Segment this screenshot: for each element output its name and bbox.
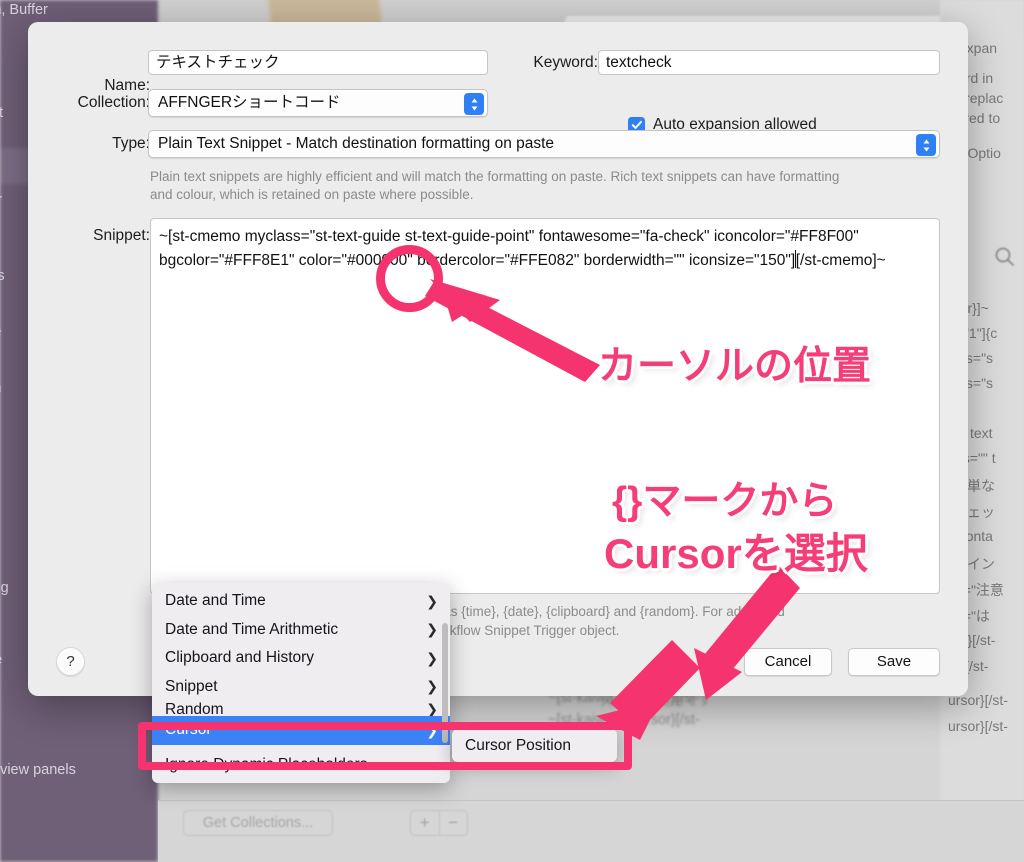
chevron-updown-icon [464,93,484,115]
menu-item-date-and-time-arithmetic[interactable]: Date and Time Arithmetic ❯ [152,616,450,645]
menu-item-label: Date and Time Arithmetic [165,620,339,638]
type-help-text: Plain text snippets are highly efficient… [150,169,840,202]
snippet-help-line-2: workflow Snippet Trigger object. [428,623,620,638]
menu-scrollbar[interactable] [442,623,448,743]
chevron-updown-icon [916,134,936,156]
menu-item-date-and-time[interactable]: Date and Time ❯ [152,587,450,616]
divider [158,800,1024,801]
menu-item-snippet[interactable]: Snippet ❯ [152,673,450,702]
menu-item-label: Ignore Dynamic Placeholders [165,755,368,773]
menu-item-ignore-dynamic-placeholders[interactable]: Ignore Dynamic Placeholders [152,751,450,780]
chevron-right-icon: ❯ [426,721,438,738]
collection-label: Collection: [77,94,150,111]
type-label: Type: [112,135,150,152]
remove-button[interactable]: − [440,811,468,835]
sidebar-item-label: Inte [0,652,2,668]
menu-item-random[interactable]: Random ❯ [152,701,450,716]
type-popup-button[interactable]: Plain Text Snippet - Match destination f… [148,130,940,158]
collection-popup-value: AFFNGERショートコード [158,94,341,111]
name-label: Name: [104,77,150,94]
sidebar-item-label: eview panels [0,762,76,778]
menu-item-label: Random [165,701,224,716]
sidebar-item-label: Hist [0,105,3,121]
get-collections-button[interactable]: Get Collections... [183,810,333,836]
cancel-button[interactable]: Cancel [744,648,832,676]
keyword-field[interactable]: textcheck [598,50,940,75]
screenshot-root: tion, Buffer n Hist rks stor g ings nce … [0,0,1024,862]
chevron-right-icon: ❯ [426,621,438,638]
help-button[interactable]: ? [56,647,85,676]
menu-item-cursor[interactable]: Cursor ❯ [152,716,450,745]
save-button[interactable]: Save [848,648,940,676]
name-field[interactable]: テキストチェック [148,50,488,75]
menu-item-label: Cursor [165,721,212,739]
add-button[interactable]: + [411,811,440,835]
menu-item-label: Date and Time [165,592,266,610]
menu-item-label: Clipboard and History [165,649,315,667]
type-popup-value: Plain Text Snippet - Match destination f… [158,135,555,152]
chevron-right-icon: ❯ [426,649,438,666]
snippet-text-after-caret: [/st-cmemo]~ [795,252,886,269]
collection-popup-button[interactable]: AFFNGERショートコード [148,89,488,117]
sidebar-item-label: tion, Buffer [0,2,48,18]
snippet-text-before-caret: ~[st-cmemo myclass="st-text-guide st-tex… [159,228,864,269]
menu-item-label: Snippet [165,677,218,695]
chevron-right-icon: ❯ [426,592,438,609]
list-row-snippet: ~[st-kaiwa8]{cursor}[/st- [548,712,700,728]
menu-item-clipboard-and-history[interactable]: Clipboard and History ❯ [152,644,450,673]
dynamic-placeholder-context-menu[interactable]: Date and Time ❯ Date and Time Arithmetic… [152,583,450,783]
chevron-right-icon: ❯ [426,701,438,716]
sidebar-item-label: ings [0,268,5,284]
cursor-submenu[interactable]: Cursor Position [452,729,617,762]
sidebar-item-label: stor [0,192,2,208]
sidebar-item-label: itting [0,580,9,596]
search-icon[interactable] [992,244,1018,270]
menu-item-cursor-position[interactable]: Cursor Position [465,737,571,755]
snippet-textarea[interactable]: ~[st-cmemo myclass="st-text-guide st-tex… [150,218,940,594]
snippet-help-line-1: h as {time}, {date}, {clipboard} and {ra… [432,604,785,619]
sidebar-item-label: nce [0,324,1,340]
snippet-label: Snippet: [93,227,150,244]
sidebar-item-label: tion [0,380,1,396]
chevron-right-icon: ❯ [426,678,438,695]
add-remove-segmented-control[interactable]: + − [410,810,468,836]
keyword-label: Keyword: [533,54,598,71]
